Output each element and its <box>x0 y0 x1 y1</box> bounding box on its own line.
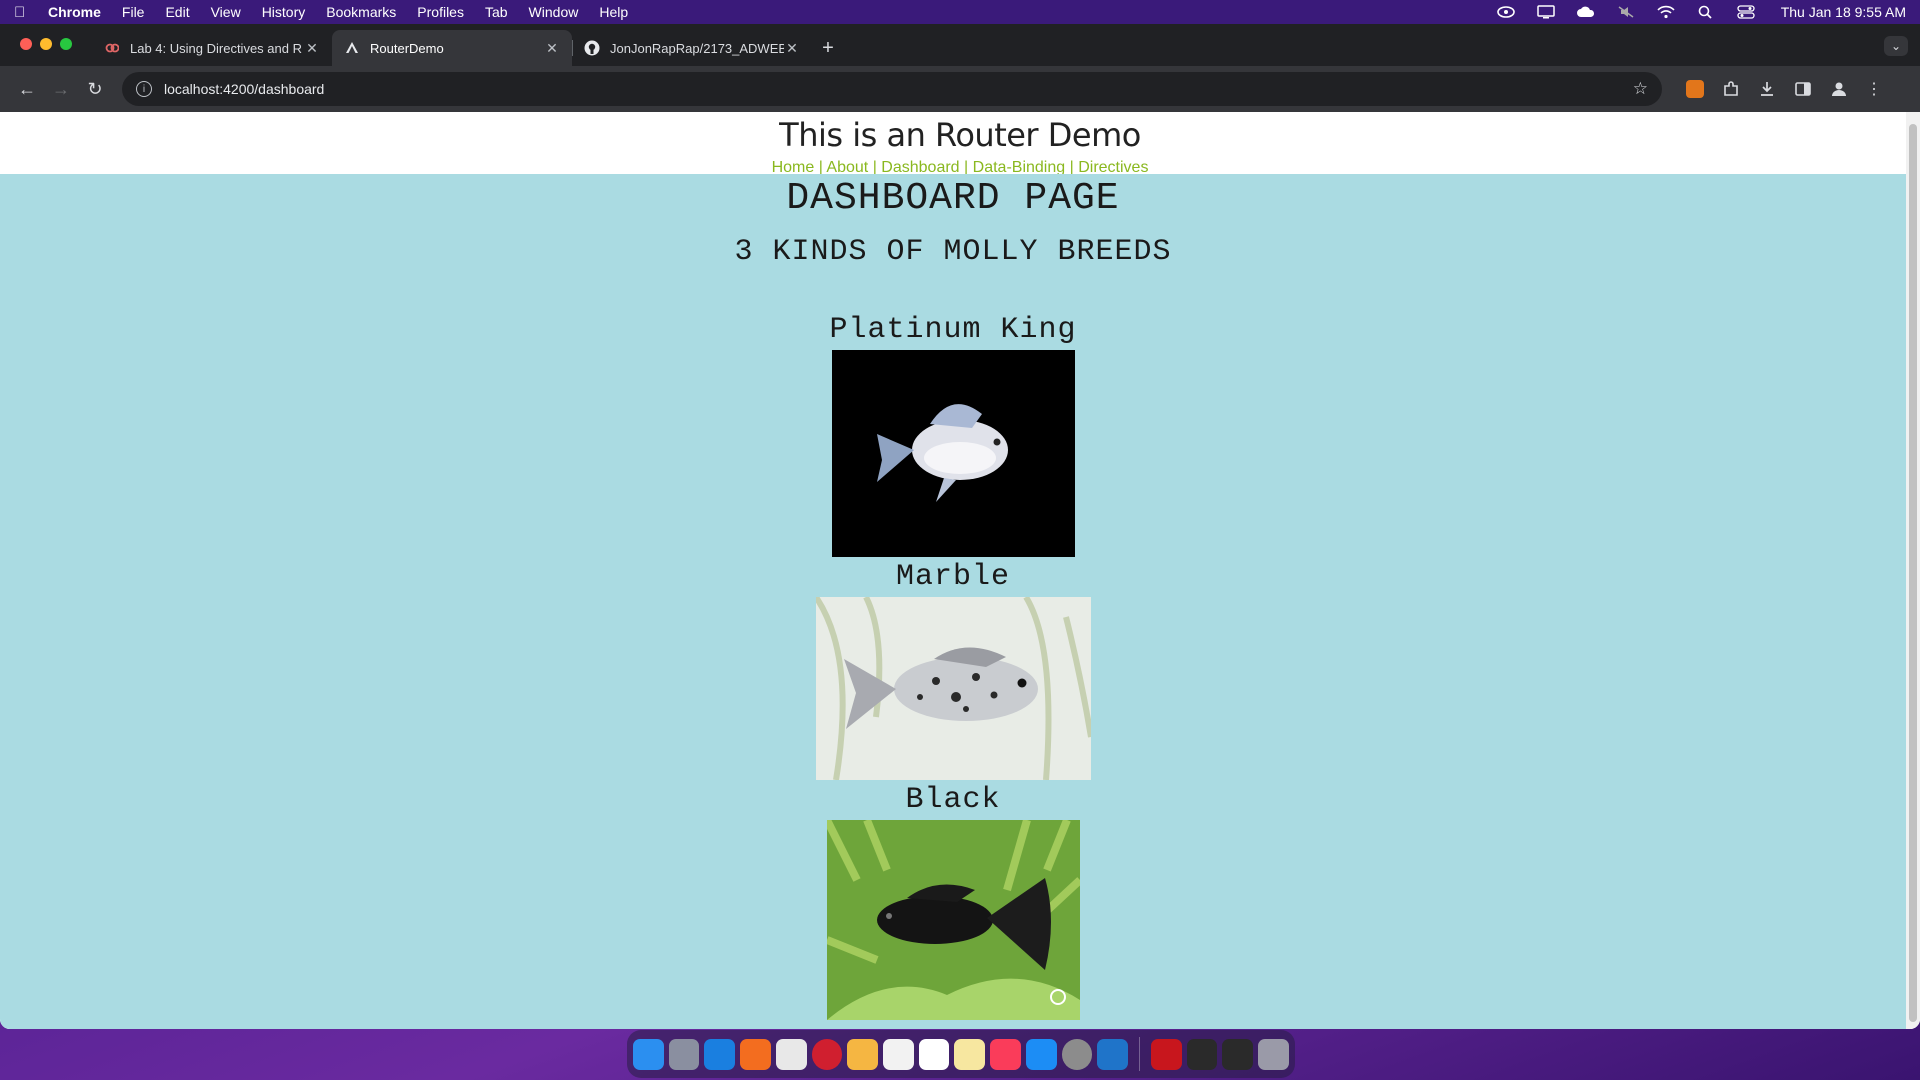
download-icon[interactable] <box>1758 80 1776 98</box>
launchpad-icon[interactable] <box>668 1038 700 1070</box>
close-tab-icon[interactable]: ✕ <box>304 40 320 57</box>
system-settings-icon[interactable] <box>1061 1038 1093 1070</box>
dock-separator <box>1139 1037 1141 1071</box>
metamask-extension-icon[interactable] <box>1686 80 1704 98</box>
tab-strip: Lab 4: Using Directives and R ✕ RouterDe… <box>0 24 1920 66</box>
chrome-icon[interactable] <box>775 1038 807 1070</box>
minimized-window-icon[interactable] <box>1222 1038 1254 1070</box>
finder-icon[interactable] <box>633 1038 664 1070</box>
menu-profiles[interactable]: Profiles <box>417 4 464 20</box>
site-info-icon[interactable]: i <box>136 81 152 97</box>
menu-edit[interactable]: Edit <box>165 4 189 20</box>
wifi-icon[interactable] <box>1657 5 1675 19</box>
app-store-icon[interactable] <box>1025 1038 1057 1070</box>
macos-dock <box>627 1030 1295 1078</box>
tab-title: Lab 4: Using Directives and R <box>130 40 302 56</box>
acrobat-icon[interactable] <box>1151 1038 1182 1070</box>
breed-name-marble: Marble <box>895 560 1011 594</box>
dashboard-section: DASHBOARD PAGE 3 KINDS OF MOLLY BREEDS P… <box>0 174 1906 1029</box>
mute-icon[interactable] <box>1617 5 1635 19</box>
spotlight-search-icon[interactable] <box>1697 5 1715 19</box>
reload-button[interactable]: ↻ <box>78 72 112 106</box>
menu-bookmarks[interactable]: Bookmarks <box>326 4 396 20</box>
close-tab-icon[interactable]: ✕ <box>544 40 560 57</box>
tab-title: RouterDemo <box>370 40 444 56</box>
cloud-icon[interactable] <box>1576 5 1595 19</box>
bookmark-star-icon[interactable]: ☆ <box>1633 79 1648 99</box>
app-header: This is an Router Demo Home | About | Da… <box>0 112 1920 176</box>
profile-avatar-icon[interactable] <box>1830 80 1848 98</box>
tab-github[interactable]: JonJonRapRap/2173_ADWEB ✕ <box>572 30 812 66</box>
minimized-window-icon[interactable] <box>1186 1038 1218 1070</box>
status-area: Thu Jan 18 9:55 AM <box>1496 4 1906 20</box>
menu-history[interactable]: History <box>262 4 306 20</box>
tab-routerdemo[interactable]: RouterDemo ✕ <box>332 30 572 66</box>
browser-toolbar: ← → ↻ i localhost:4200/dashboard ☆ ⋮ <box>0 66 1920 112</box>
menu-window[interactable]: Window <box>529 4 579 20</box>
calendar-icon[interactable] <box>883 1038 914 1070</box>
macos-menu-bar:  Chrome File Edit View History Bookmark… <box>0 0 1920 24</box>
forward-button[interactable]: → <box>44 72 78 106</box>
display-icon[interactable] <box>1536 5 1555 19</box>
breed-name-platinum: Platinum King <box>829 313 1077 347</box>
tabs: Lab 4: Using Directives and R ✕ RouterDe… <box>92 30 844 66</box>
github-icon <box>584 40 600 56</box>
new-tab-button[interactable]: + <box>812 30 844 66</box>
tab-lab4[interactable]: Lab 4: Using Directives and R ✕ <box>92 30 332 66</box>
browser-window: Lab 4: Using Directives and R ✕ RouterDe… <box>0 24 1920 1029</box>
notes-icon[interactable] <box>954 1038 986 1070</box>
close-tab-icon[interactable]: ✕ <box>784 40 800 57</box>
black-molly-photo <box>826 820 1080 1020</box>
safari-icon[interactable] <box>704 1038 736 1070</box>
menu-file[interactable]: File <box>122 4 145 20</box>
close-window-button[interactable] <box>20 38 32 50</box>
photos-icon[interactable] <box>847 1038 879 1070</box>
page-scrollbar[interactable] <box>1906 112 1920 1029</box>
control-center-icon[interactable] <box>1737 5 1755 19</box>
platinum-molly-photo <box>831 350 1075 557</box>
address-bar[interactable]: i localhost:4200/dashboard ☆ <box>122 72 1662 106</box>
menu-bar-clock[interactable]: Thu Jan 18 9:55 AM <box>1781 4 1906 20</box>
zoom-window-button[interactable] <box>60 38 72 50</box>
trash-icon[interactable] <box>1258 1038 1289 1070</box>
dashboard-subtitle: 3 KINDS OF MOLLY BREEDS <box>734 235 1172 269</box>
marble-molly-photo <box>815 597 1091 780</box>
chrome-menu-icon[interactable]: ⋮ <box>1866 79 1882 99</box>
tab-search-button[interactable]: ⌄ <box>1884 36 1908 56</box>
opera-icon[interactable] <box>811 1038 843 1070</box>
reminders-icon[interactable] <box>918 1038 950 1070</box>
menu-help[interactable]: Help <box>599 4 628 20</box>
firefox-icon[interactable] <box>740 1038 771 1070</box>
breed-name-black: Black <box>905 783 1001 817</box>
window-controls <box>20 38 72 50</box>
toolbar-actions: ⋮ <box>1686 79 1882 99</box>
menu-view[interactable]: View <box>211 4 241 20</box>
angular-favicon-icon <box>344 40 360 56</box>
url-text[interactable]: localhost:4200/dashboard <box>164 81 1633 97</box>
menu-app-name[interactable]: Chrome <box>48 4 101 20</box>
back-button[interactable]: ← <box>10 72 44 106</box>
lab-favicon-icon <box>104 40 120 56</box>
page-title: This is an Router Demo <box>779 116 1141 154</box>
menu-tab[interactable]: Tab <box>485 4 508 20</box>
creative-cloud-icon[interactable] <box>1496 5 1515 19</box>
music-icon[interactable] <box>990 1038 1021 1070</box>
extensions-puzzle-icon[interactable] <box>1722 80 1740 98</box>
scrollbar-thumb[interactable] <box>1909 124 1917 1022</box>
dashboard-title: DASHBOARD PAGE <box>786 177 1120 220</box>
vscode-icon[interactable] <box>1097 1038 1129 1070</box>
apple-menu-icon[interactable]:  <box>14 4 34 21</box>
minimize-window-button[interactable] <box>40 38 52 50</box>
tab-title: JonJonRapRap/2173_ADWEB <box>610 40 784 56</box>
page-viewport: This is an Router Demo Home | About | Da… <box>0 112 1920 1029</box>
side-panel-icon[interactable] <box>1794 80 1812 98</box>
